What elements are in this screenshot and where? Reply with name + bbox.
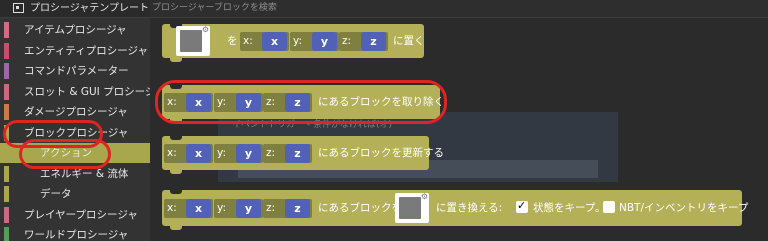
category-color-swatch <box>4 145 9 161</box>
y-variable[interactable]: y <box>312 32 337 51</box>
update-y-slot[interactable]: y: y <box>214 144 263 163</box>
sidebar-item-label: ダメージプロシージャ <box>24 106 128 118</box>
sidebar-item[interactable]: アイテムプロシージャ <box>0 20 150 40</box>
replace-block-action: に置き換える: <box>436 202 503 214</box>
update-block-action: にあるブロックを更新する <box>318 147 444 159</box>
checkmark-icon: ✓ <box>517 199 527 212</box>
gear-icon: ⚙ <box>420 192 428 201</box>
y-label: y: <box>217 202 226 214</box>
keep-state-label: 状態をキープ。 <box>533 202 606 214</box>
place-block-action: に置く <box>393 35 425 47</box>
y-variable[interactable]: y <box>236 144 261 163</box>
highlight-remove-block <box>155 80 447 124</box>
place-block[interactable]: ⚙ を x: x y: y z: z に置く <box>162 24 425 62</box>
procedure-templates-header[interactable]: プロシージャテンプレート <box>0 0 150 18</box>
replace-y-slot[interactable]: y: y <box>214 199 263 218</box>
z-variable[interactable]: z <box>285 199 310 218</box>
highlight-actions-subcategory <box>19 139 111 169</box>
category-color-swatch <box>4 104 9 120</box>
template-icon <box>13 3 24 13</box>
update-z-slot[interactable]: z: z <box>263 144 312 163</box>
keep-nbt-checkbox[interactable] <box>603 201 615 213</box>
x-label: x: <box>167 202 177 214</box>
z-label: z: <box>266 202 276 214</box>
place-block-lead: を <box>227 35 238 47</box>
category-color-swatch <box>4 42 9 59</box>
sidebar-item[interactable]: コマンドパラメーター <box>0 61 150 81</box>
z-label: z: <box>266 147 276 159</box>
sidebar-item[interactable]: プレイヤープロシージャ <box>0 205 150 225</box>
replacement-block-picker[interactable]: ⚙ <box>395 192 429 223</box>
z-variable[interactable]: z <box>361 32 386 51</box>
update-x-slot[interactable]: x: x <box>164 144 213 163</box>
sidebar-item-label: アイテムプロシージャ <box>24 24 127 36</box>
keep-state-checkbox[interactable]: ✓ <box>516 199 528 213</box>
replace-block-lead: にあるブロックを <box>318 202 402 214</box>
sidebar-item[interactable]: ダメージプロシージャ <box>0 102 150 122</box>
z-label: z: <box>342 35 352 47</box>
x-label: x: <box>243 35 253 47</box>
replace-x-slot[interactable]: x: x <box>164 199 213 218</box>
y-variable[interactable]: y <box>236 199 261 218</box>
procedure-templates-label: プロシージャテンプレート <box>30 3 149 14</box>
gear-icon: ⚙ <box>201 25 209 34</box>
sidebar-item-label: スロット & GUI プロシージャ <box>24 85 150 98</box>
place-z-slot[interactable]: z: z <box>339 32 388 51</box>
category-color-swatch <box>4 206 9 223</box>
x-variable[interactable]: x <box>186 199 211 218</box>
block-picker-preview <box>180 30 202 52</box>
replace-z-slot[interactable]: z: z <box>263 199 312 218</box>
block-picker-slot[interactable]: ⚙ <box>176 25 210 56</box>
replacement-block-preview <box>399 197 421 219</box>
sidebar-item-label: コマンドパラメーター <box>24 65 129 77</box>
x-variable[interactable]: x <box>262 32 287 51</box>
keep-nbt-label: NBT/インベントリをキープ <box>619 202 749 214</box>
sidebar-item-label: ワールドプロシージャ <box>24 229 129 241</box>
sidebar-item[interactable]: ワールドプロシージャ <box>0 225 150 241</box>
place-y-slot[interactable]: y: y <box>290 32 339 51</box>
place-x-slot[interactable]: x: x <box>240 32 289 51</box>
sidebar-item-label: データ <box>40 188 72 200</box>
sidebar-item[interactable]: スロット & GUI プロシージャ <box>0 82 150 102</box>
z-variable[interactable]: z <box>285 144 310 163</box>
y-label: y: <box>217 147 226 159</box>
block-search-placeholder[interactable]: プロシージャーブロックを検索 <box>152 0 277 17</box>
update-block[interactable]: x: x y: y z: z にあるブロックを更新する <box>162 136 444 174</box>
category-color-swatch <box>4 165 9 182</box>
category-color-swatch <box>4 186 9 202</box>
block-search-bar[interactable]: プロシージャーブロックを検索 <box>150 0 768 18</box>
sidebar-item-label: プレイヤープロシージャ <box>24 208 138 221</box>
sidebar-item[interactable]: エンティティプロシージャ <box>0 41 150 61</box>
sidebar-item[interactable]: データ <box>0 184 150 204</box>
category-color-swatch <box>4 63 9 79</box>
sidebar-item-label: エンティティプロシージャ <box>24 44 149 57</box>
replace-block[interactable]: x: x y: y z: z にあるブロックを ⚙ に置き換える: ✓ 状態をキープ。… <box>162 190 748 230</box>
x-label: x: <box>167 147 177 159</box>
category-color-swatch <box>4 83 9 100</box>
x-variable[interactable]: x <box>186 144 211 163</box>
category-color-swatch <box>4 22 9 38</box>
y-label: y: <box>293 35 302 47</box>
category-color-swatch <box>4 227 9 241</box>
